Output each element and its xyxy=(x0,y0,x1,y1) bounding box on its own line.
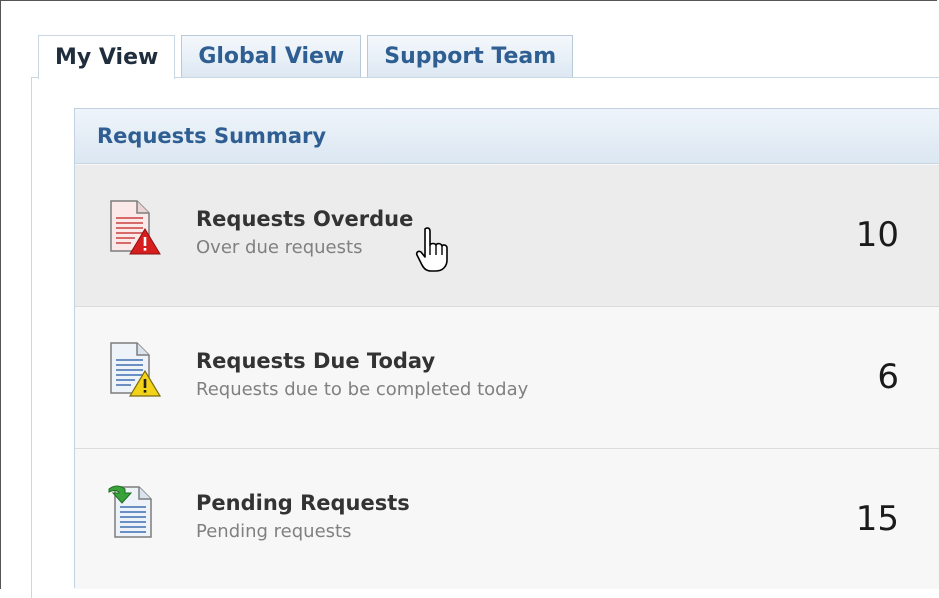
tab-support-team[interactable]: Support Team xyxy=(367,35,574,77)
row-subtitle: Requests due to be completed today xyxy=(196,379,529,400)
app-frame: My View Global View Support Team Request… xyxy=(0,0,939,598)
summary-row-pending[interactable]: Pending Requests Pending requests 15 xyxy=(75,449,939,589)
summary-row-due-today[interactable]: Requests Due Today Requests due to be co… xyxy=(75,307,939,449)
row-title[interactable]: Pending Requests xyxy=(196,491,410,515)
tab-my-view[interactable]: My View xyxy=(38,35,176,79)
summary-header: Requests Summary xyxy=(75,109,939,164)
tab-bar: My View Global View Support Team xyxy=(38,35,574,79)
document-error-icon xyxy=(110,200,161,255)
summary-title: Requests Summary xyxy=(97,124,327,148)
requests-summary-panel: Requests Summary Requests Overdue Over d… xyxy=(74,108,939,589)
row-count: 10 xyxy=(855,215,899,255)
summary-row-overdue[interactable]: Requests Overdue Over due requests 10 xyxy=(75,165,939,307)
row-title[interactable]: Requests Due Today xyxy=(196,349,435,373)
row-title[interactable]: Requests Overdue xyxy=(196,207,413,231)
document-warning-icon xyxy=(110,342,161,397)
row-count: 15 xyxy=(855,499,899,539)
hand-pointer-cursor-icon xyxy=(415,227,448,272)
row-subtitle: Over due requests xyxy=(196,237,363,258)
document-pending-icon xyxy=(108,485,152,538)
row-subtitle: Pending requests xyxy=(196,521,352,542)
row-count: 6 xyxy=(877,357,899,397)
tab-global-view[interactable]: Global View xyxy=(181,35,362,77)
